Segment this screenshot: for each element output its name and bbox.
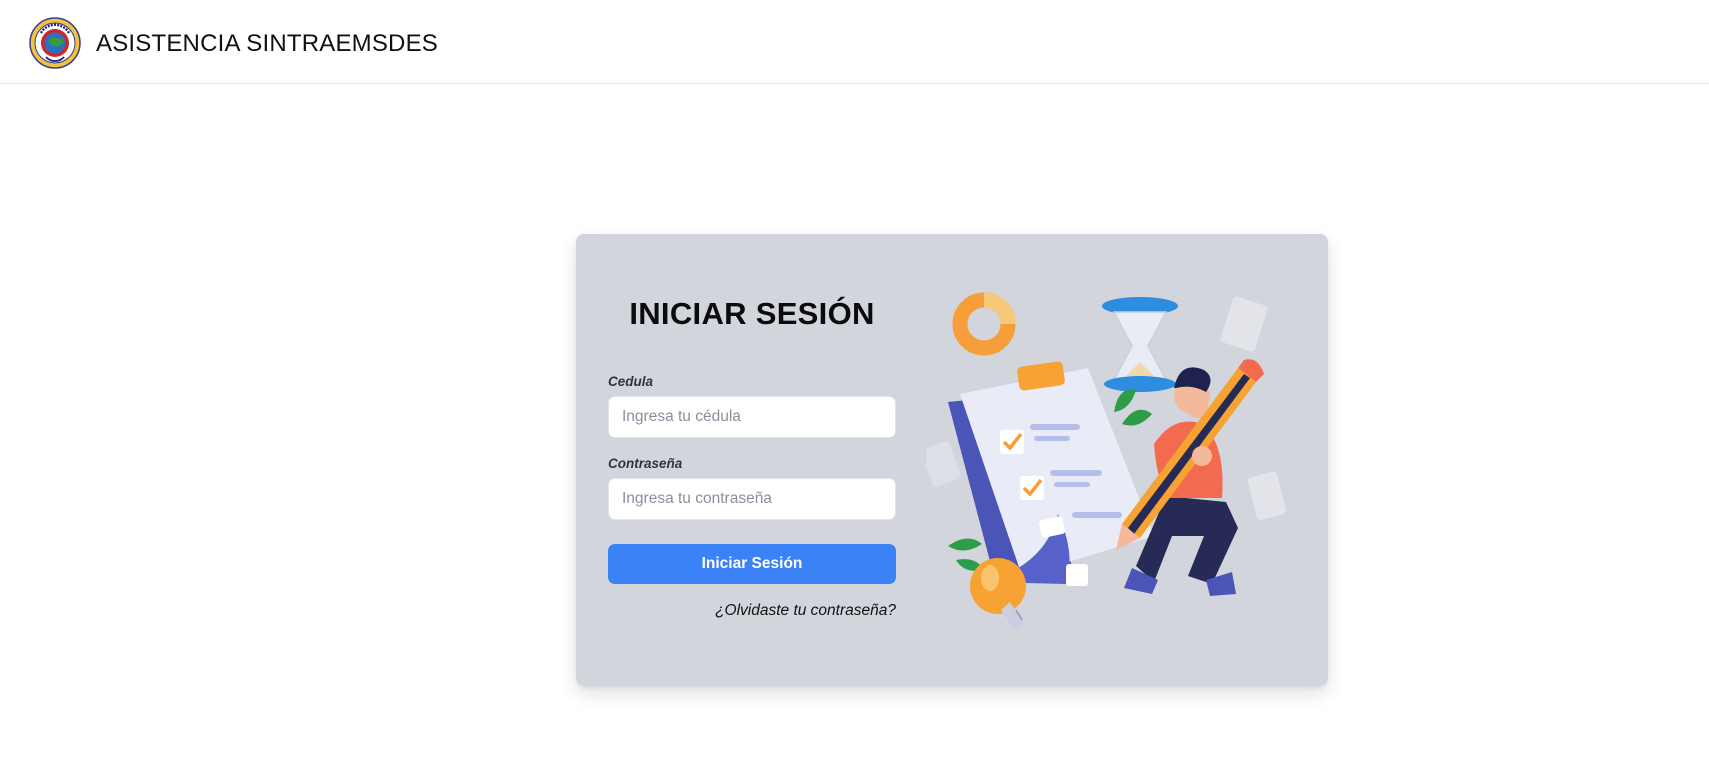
login-submit-button[interactable]: Iniciar Sesión (608, 544, 896, 584)
hourglass-icon (1102, 297, 1178, 392)
top-navbar: ASISTENCIA SINTRAEMSDES (0, 0, 1709, 84)
login-heading: INICIAR SESIÓN (629, 296, 875, 331)
password-label: Contraseña (608, 456, 683, 471)
sintraemsdes-logo-icon[interactable] (29, 17, 81, 69)
cedula-input[interactable] (608, 396, 896, 438)
cedula-label: Cedula (608, 374, 654, 389)
light-bulb-icon (970, 558, 1026, 630)
password-input[interactable] (608, 478, 896, 520)
forgot-password-link[interactable]: ¿Olvidaste tu contraseña? (715, 602, 896, 620)
app-title: ASISTENCIA SINTRAEMSDES (96, 30, 439, 57)
login-card: INICIAR SESIÓN Cedula Contraseña Iniciar… (576, 234, 1328, 686)
person-with-pencil-icon (1116, 359, 1264, 596)
checklist-person-illustration (926, 292, 1286, 630)
donut-chart-icon (952, 292, 1016, 356)
